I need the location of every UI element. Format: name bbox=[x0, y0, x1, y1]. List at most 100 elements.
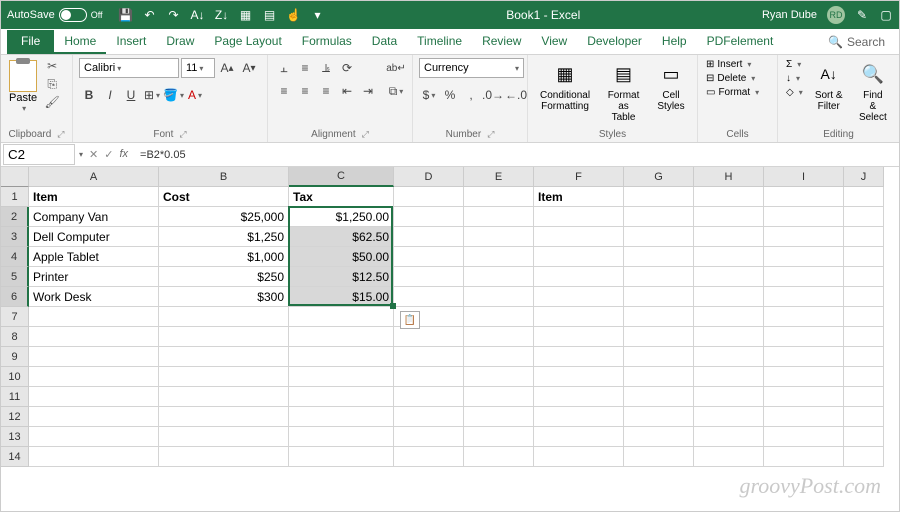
column-header-A[interactable]: A bbox=[29, 167, 159, 187]
align-middle-icon[interactable]: ≡ bbox=[295, 58, 315, 78]
cell-J3[interactable] bbox=[844, 227, 884, 247]
cell-D9[interactable] bbox=[394, 347, 464, 367]
cell-H9[interactable] bbox=[694, 347, 764, 367]
cell-D4[interactable] bbox=[394, 247, 464, 267]
cell-G4[interactable] bbox=[624, 247, 694, 267]
decrease-font-icon[interactable]: A▾ bbox=[239, 58, 259, 78]
cell-I12[interactable] bbox=[764, 407, 844, 427]
cell-J12[interactable] bbox=[844, 407, 884, 427]
cell-E14[interactable] bbox=[464, 447, 534, 467]
cell-G11[interactable] bbox=[624, 387, 694, 407]
column-header-F[interactable]: F bbox=[534, 167, 624, 187]
user-avatar[interactable]: RD bbox=[827, 6, 845, 24]
cell-H10[interactable] bbox=[694, 367, 764, 387]
decrease-indent-icon[interactable]: ⇤ bbox=[337, 81, 357, 101]
align-top-icon[interactable]: ⫠ bbox=[274, 58, 294, 78]
cell-B10[interactable] bbox=[159, 367, 289, 387]
align-center-icon[interactable]: ≡ bbox=[295, 81, 315, 101]
cell-C1[interactable]: Tax bbox=[289, 187, 394, 207]
cell-G3[interactable] bbox=[624, 227, 694, 247]
cell-B12[interactable] bbox=[159, 407, 289, 427]
cell-D14[interactable] bbox=[394, 447, 464, 467]
cell-A12[interactable] bbox=[29, 407, 159, 427]
cell-I5[interactable] bbox=[764, 267, 844, 287]
increase-indent-icon[interactable]: ⇥ bbox=[358, 81, 378, 101]
cell-J4[interactable] bbox=[844, 247, 884, 267]
cell-D3[interactable] bbox=[394, 227, 464, 247]
column-header-J[interactable]: J bbox=[844, 167, 884, 187]
cell-I8[interactable] bbox=[764, 327, 844, 347]
conditional-formatting-button[interactable]: ▦ Conditional Formatting bbox=[534, 58, 596, 114]
paste-button[interactable]: Paste ▾ bbox=[7, 58, 39, 115]
cell-F4[interactable] bbox=[534, 247, 624, 267]
cell-H4[interactable] bbox=[694, 247, 764, 267]
cell-G5[interactable] bbox=[624, 267, 694, 287]
cell-J5[interactable] bbox=[844, 267, 884, 287]
ribbon-display-icon[interactable]: ▢ bbox=[879, 8, 893, 22]
menu-timeline[interactable]: Timeline bbox=[407, 30, 472, 54]
cell-G14[interactable] bbox=[624, 447, 694, 467]
menu-formulas[interactable]: Formulas bbox=[292, 30, 362, 54]
select-all-corner[interactable] bbox=[1, 167, 29, 187]
sort-desc-icon[interactable]: Z↓ bbox=[215, 8, 229, 22]
cell-G2[interactable] bbox=[624, 207, 694, 227]
cell-F6[interactable] bbox=[534, 287, 624, 307]
chart-icon[interactable]: ▦ bbox=[239, 8, 253, 22]
cell-A8[interactable] bbox=[29, 327, 159, 347]
clear-button[interactable]: ◇▾ bbox=[784, 86, 805, 99]
cell-B5[interactable]: $250 bbox=[159, 267, 289, 287]
row-header-5[interactable]: 5 bbox=[1, 267, 29, 287]
cell-A1[interactable]: Item bbox=[29, 187, 159, 207]
cell-A6[interactable]: Work Desk bbox=[29, 287, 159, 307]
font-color-button[interactable]: A▾ bbox=[185, 85, 205, 105]
cell-I2[interactable] bbox=[764, 207, 844, 227]
row-header-2[interactable]: 2 bbox=[1, 207, 29, 227]
cell-F9[interactable] bbox=[534, 347, 624, 367]
cell-E6[interactable] bbox=[464, 287, 534, 307]
increase-decimal-icon[interactable]: .0→ bbox=[482, 85, 504, 105]
dialog-launcher-icon[interactable]: ⤢ bbox=[487, 129, 494, 140]
cell-B7[interactable] bbox=[159, 307, 289, 327]
cell-D8[interactable] bbox=[394, 327, 464, 347]
cell-F11[interactable] bbox=[534, 387, 624, 407]
cell-B4[interactable]: $1,000 bbox=[159, 247, 289, 267]
sort-filter-button[interactable]: A↓ Sort & Filter bbox=[809, 58, 849, 114]
cell-I6[interactable] bbox=[764, 287, 844, 307]
menu-pdfelement[interactable]: PDFelement bbox=[697, 30, 784, 54]
row-header-9[interactable]: 9 bbox=[1, 347, 29, 367]
row-header-12[interactable]: 12 bbox=[1, 407, 29, 427]
sort-asc-icon[interactable]: A↓ bbox=[191, 8, 205, 22]
cell-G1[interactable] bbox=[624, 187, 694, 207]
delete-cells-button[interactable]: ⊟Delete▾ bbox=[704, 72, 761, 85]
format-as-table-button[interactable]: ▤ Format as Table bbox=[600, 58, 647, 125]
underline-button[interactable]: U bbox=[121, 85, 141, 105]
column-header-I[interactable]: I bbox=[764, 167, 844, 187]
cell-G8[interactable] bbox=[624, 327, 694, 347]
cell-J2[interactable] bbox=[844, 207, 884, 227]
cell-J10[interactable] bbox=[844, 367, 884, 387]
find-select-button[interactable]: 🔍 Find & Select bbox=[853, 58, 893, 125]
cell-H1[interactable] bbox=[694, 187, 764, 207]
cell-E8[interactable] bbox=[464, 327, 534, 347]
menu-home[interactable]: Home bbox=[54, 30, 106, 54]
row-header-3[interactable]: 3 bbox=[1, 227, 29, 247]
cell-J1[interactable] bbox=[844, 187, 884, 207]
cell-A9[interactable] bbox=[29, 347, 159, 367]
borders-icon[interactable]: ▤ bbox=[263, 8, 277, 22]
row-header-6[interactable]: 6 bbox=[1, 287, 29, 307]
format-cells-button[interactable]: ▭Format▾ bbox=[704, 86, 761, 99]
cell-A11[interactable] bbox=[29, 387, 159, 407]
decrease-decimal-icon[interactable]: ←.0 bbox=[505, 85, 527, 105]
menu-developer[interactable]: Developer bbox=[577, 30, 652, 54]
cell-I1[interactable] bbox=[764, 187, 844, 207]
paste-options-button[interactable]: 📋 bbox=[400, 311, 420, 329]
cell-A5[interactable]: Printer bbox=[29, 267, 159, 287]
cell-B2[interactable]: $25,000 bbox=[159, 207, 289, 227]
formula-input[interactable]: =B2*0.05 bbox=[134, 147, 899, 163]
column-header-E[interactable]: E bbox=[464, 167, 534, 187]
cell-H7[interactable] bbox=[694, 307, 764, 327]
cell-C13[interactable] bbox=[289, 427, 394, 447]
column-header-G[interactable]: G bbox=[624, 167, 694, 187]
menu-help[interactable]: Help bbox=[652, 30, 697, 54]
cell-F2[interactable] bbox=[534, 207, 624, 227]
